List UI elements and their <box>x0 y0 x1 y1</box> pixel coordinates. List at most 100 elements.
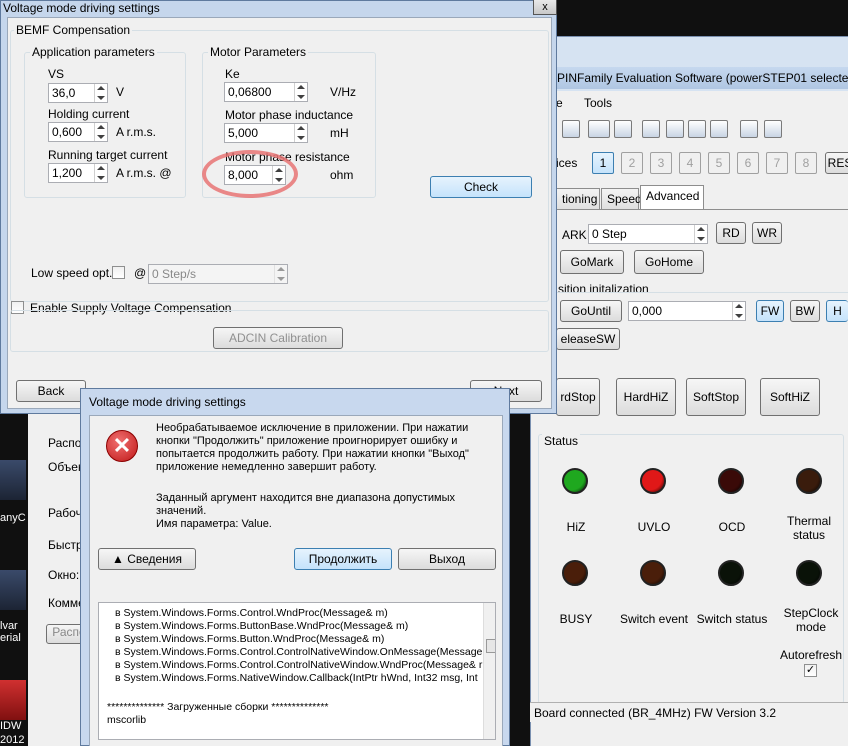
led-label-stepclock: StepClock mode <box>783 606 839 634</box>
gountil-input[interactable]: 0,000 <box>628 301 746 321</box>
gountil-spinner[interactable] <box>732 302 744 320</box>
device-button-2[interactable]: 2 <box>621 152 643 174</box>
led-label-uvlo: UVLO <box>637 520 671 534</box>
close-button[interactable]: x <box>533 0 557 15</box>
h-button[interactable]: H <box>826 300 848 322</box>
ke-label: Ke <box>225 67 240 81</box>
led-label-thermal: Thermal status <box>786 514 831 542</box>
reset-button[interactable]: RES <box>825 152 848 174</box>
panel-label: Быстр <box>48 538 83 552</box>
chevron-up-icon: ▲ <box>111 552 128 566</box>
usb-icon[interactable] <box>588 120 610 138</box>
led-thermal <box>796 468 822 494</box>
ke-spinner[interactable] <box>294 83 306 101</box>
softstop-button[interactable]: SoftStop <box>686 378 746 416</box>
status-bar: Board connected (BR_4MHz) FW Version 3.2 <box>530 702 848 722</box>
tab-advanced[interactable]: Advanced <box>640 185 704 210</box>
mark-label: ARK <box>562 228 587 242</box>
check-button[interactable]: Check <box>430 176 532 198</box>
book-icon[interactable] <box>614 120 632 138</box>
error-param: Имя параметра: Value. <box>156 518 272 530</box>
evaluation-content: e Tools ices 1 2 3 4 5 6 7 8 RES tioning… <box>530 96 848 746</box>
holding-current-spinner[interactable] <box>94 123 106 141</box>
panel-label: Рабоч <box>48 506 82 520</box>
chip-icon[interactable] <box>688 120 706 138</box>
softhiz-button[interactable]: SoftHiZ <box>760 378 820 416</box>
device-button-5[interactable]: 5 <box>708 152 730 174</box>
device-button-3[interactable]: 3 <box>650 152 672 174</box>
autorefresh-checkbox[interactable]: ✓ <box>804 664 817 677</box>
error-message: Необрабатываемое исключение в приложении… <box>156 422 469 473</box>
tools-icon[interactable] <box>666 120 684 138</box>
adcin-calibration-button[interactable]: ADCIN Calibration <box>213 327 343 349</box>
chart-icon[interactable] <box>642 120 660 138</box>
details-label: Сведения <box>127 552 183 566</box>
trace-line: ************** Загруженные сборки ******… <box>107 701 329 713</box>
exit-button[interactable]: Выход <box>398 548 496 570</box>
panel-label: Окно: <box>48 568 80 582</box>
ke-unit: V/Hz <box>330 85 357 99</box>
low-speed-spinner[interactable] <box>274 265 286 283</box>
desktop-app-icon[interactable] <box>0 460 26 500</box>
device-button-7[interactable]: 7 <box>766 152 788 174</box>
devices-label: ices <box>556 156 578 170</box>
error-icon: ✕ <box>106 430 138 462</box>
terminal-icon[interactable] <box>764 120 782 138</box>
desktop-app-icon[interactable] <box>0 680 26 720</box>
inductance-spinner[interactable] <box>294 124 306 142</box>
tab-speed[interactable]: Speed <box>601 188 642 210</box>
autorefresh-label: Autorefresh <box>780 648 843 662</box>
desktop-icon-label: lvar <box>0 620 18 632</box>
rd-button[interactable]: RD <box>716 222 746 244</box>
gohome-button[interactable]: GoHome <box>634 250 704 274</box>
desktop-app-icon[interactable] <box>0 570 26 610</box>
scrollbar[interactable] <box>483 603 495 739</box>
mark-spinner[interactable] <box>694 225 706 243</box>
wand-icon[interactable] <box>710 120 728 138</box>
running-current-spinner[interactable] <box>94 164 106 182</box>
device-button-6[interactable]: 6 <box>737 152 759 174</box>
tab-divider <box>556 209 848 210</box>
inductance-unit: mH <box>330 126 349 140</box>
led-label-switch-status: Switch status <box>696 612 768 626</box>
led-stepclock <box>796 560 822 586</box>
mark-input[interactable]: 0 Step <box>588 224 708 244</box>
menu-item-tools[interactable]: Tools <box>584 96 612 110</box>
vs-label: VS <box>48 67 65 81</box>
low-speed-checkbox[interactable] <box>112 266 125 279</box>
releasesw-button[interactable]: eleaseSW <box>556 328 620 350</box>
background-panel: Распо Объек Рабоч Быстр Окно: Комме Расп… <box>28 414 92 746</box>
fw-button[interactable]: FW <box>756 300 784 322</box>
save-icon[interactable] <box>562 120 580 138</box>
bw-button[interactable]: BW <box>790 300 820 322</box>
help-icon[interactable] <box>740 120 758 138</box>
low-speed-input[interactable]: 0 Step/s <box>148 264 288 284</box>
device-button-1[interactable]: 1 <box>592 152 614 174</box>
hardstop-button[interactable]: rdStop <box>556 378 600 416</box>
app-params-title: Application parameters <box>30 45 157 59</box>
details-button[interactable]: ▲ Сведения <box>98 548 196 570</box>
at-label: @ <box>134 266 147 280</box>
led-hiz <box>562 468 588 494</box>
status-bar-text: Board connected (BR_4MHz) FW Version 3.2 <box>534 706 777 720</box>
trace-line: в System.Windows.Forms.Button.WndProc(Me… <box>115 633 385 645</box>
status-title: Status <box>542 434 581 448</box>
panel-label: Объек <box>48 460 84 474</box>
led-switch-event <box>640 560 666 586</box>
device-button-8[interactable]: 8 <box>795 152 817 174</box>
led-label-hiz: HiZ <box>566 520 586 534</box>
device-button-4[interactable]: 4 <box>679 152 701 174</box>
back-button[interactable]: Back <box>16 380 86 402</box>
menu-item-edit[interactable]: e <box>556 96 563 110</box>
continue-button[interactable]: Продолжить <box>294 548 392 570</box>
vs-spinner[interactable] <box>94 84 106 102</box>
tab-positioning[interactable]: tioning <box>556 188 600 210</box>
gomark-button[interactable]: GoMark <box>560 250 624 274</box>
hardhiz-button[interactable]: HardHiZ <box>616 378 676 416</box>
stack-trace[interactable]: в System.Windows.Forms.Control.WndProc(M… <box>98 602 496 740</box>
scrollbar-thumb[interactable] <box>486 639 495 653</box>
panel-label: Распо <box>48 436 82 450</box>
wr-button[interactable]: WR <box>752 222 782 244</box>
holding-current-unit: A r.m.s. <box>116 125 157 139</box>
gountil-button[interactable]: GoUntil <box>560 300 622 322</box>
